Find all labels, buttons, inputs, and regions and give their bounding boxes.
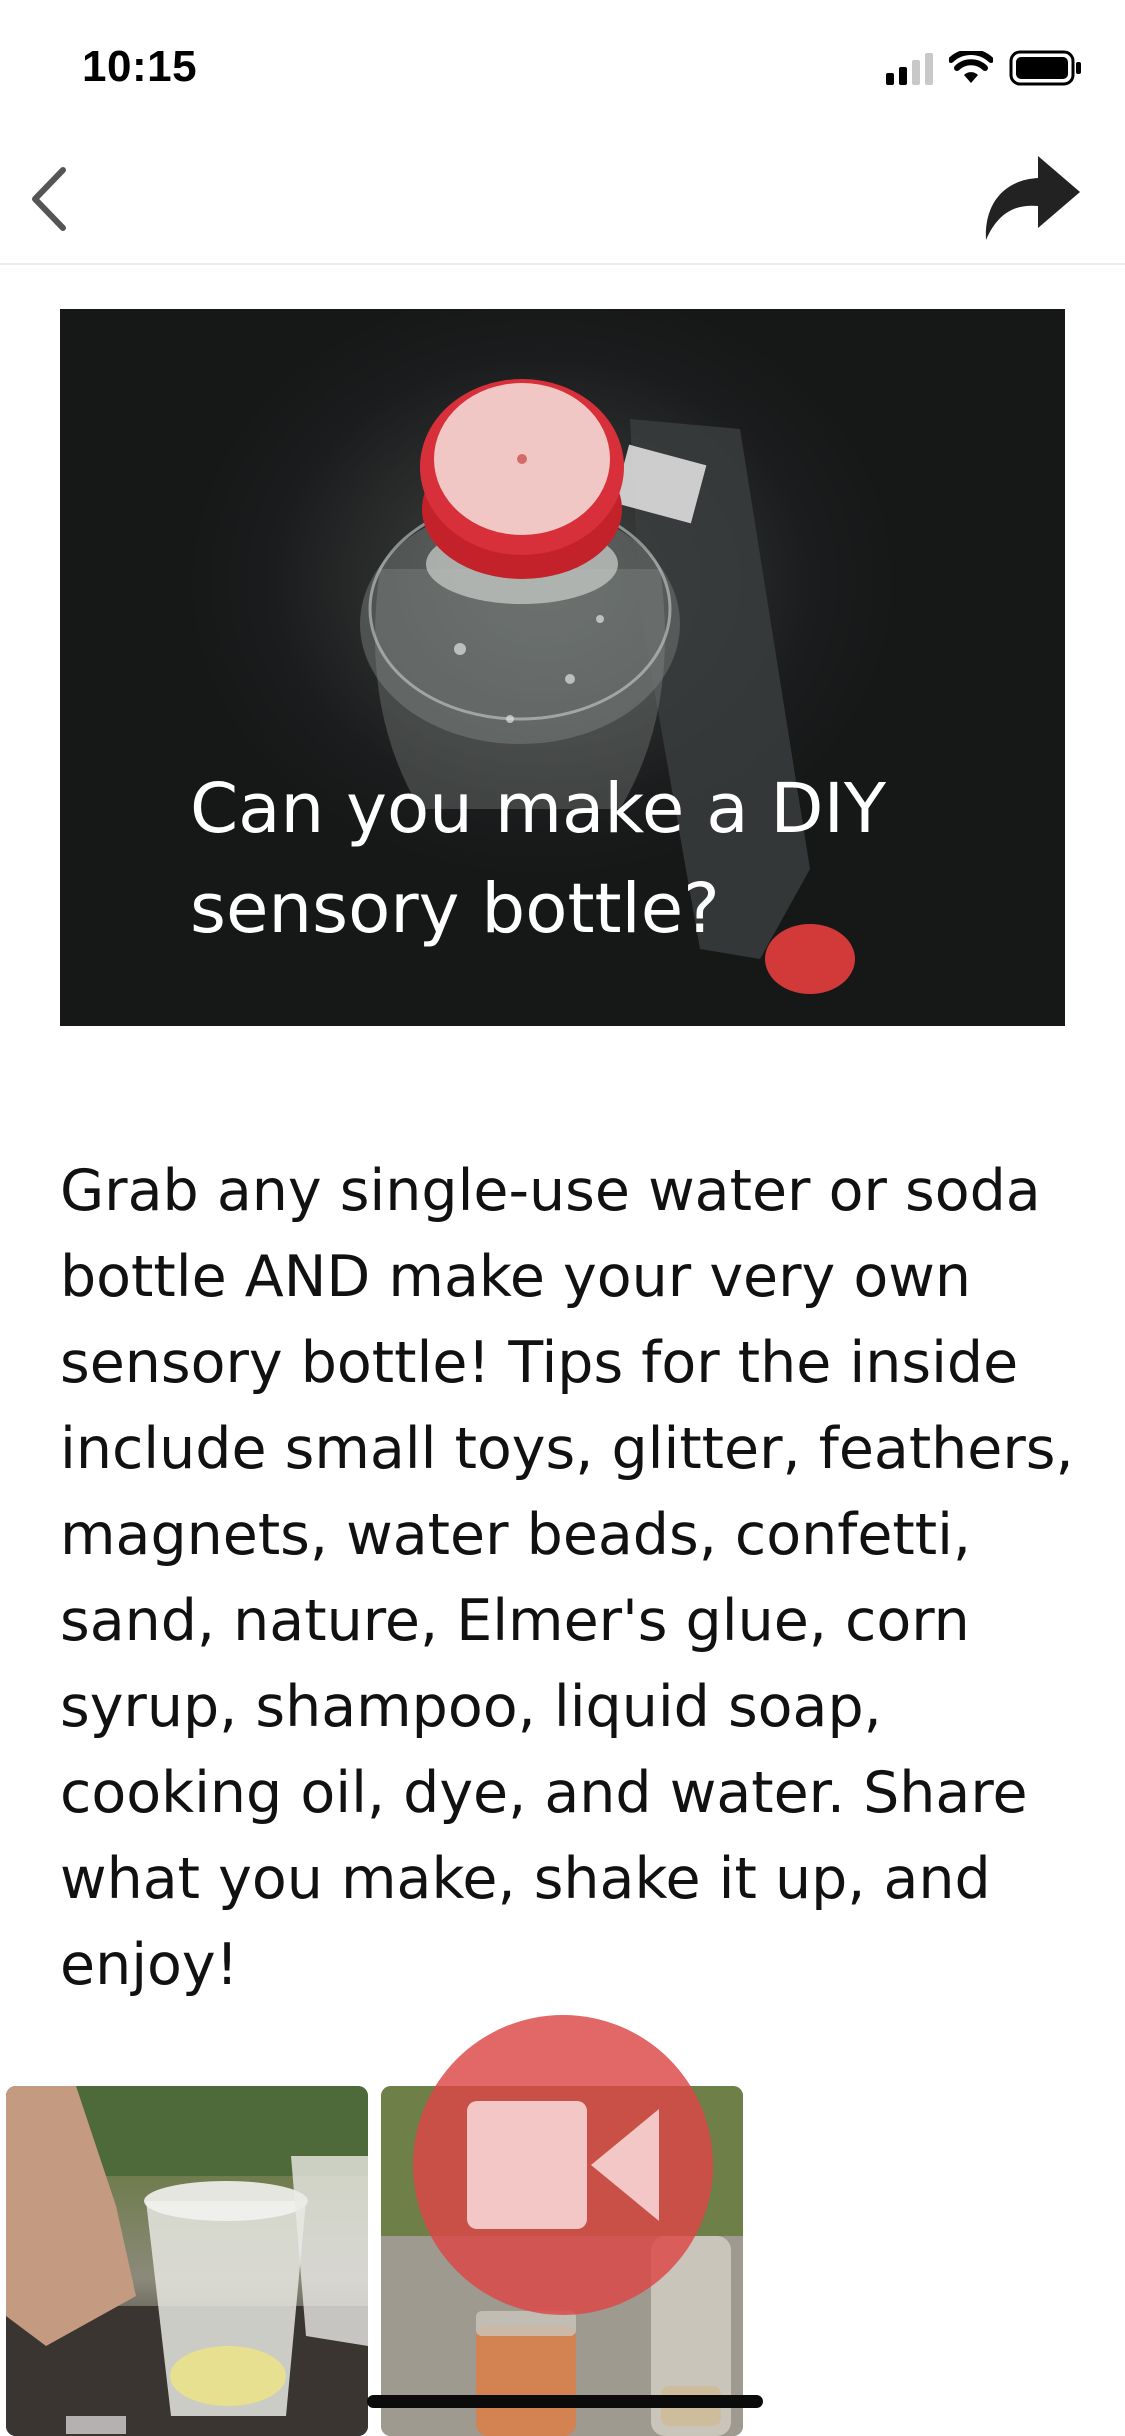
video-camera-icon — [467, 2101, 659, 2229]
share-button[interactable] — [975, 149, 1085, 249]
status-icons — [886, 48, 1083, 88]
post-description: Grab any single-use water or soda bottle… — [60, 1158, 1074, 1998]
media-thumbnail[interactable] — [6, 2086, 368, 2436]
home-indicator — [367, 2395, 763, 2408]
status-bar: 10:15 — [0, 0, 1125, 135]
chevron-left-icon — [32, 167, 66, 231]
status-time: 10:15 — [82, 42, 198, 91]
share-arrow-icon — [985, 156, 1080, 240]
back-button[interactable] — [14, 159, 84, 239]
cellular-signal-icon — [886, 51, 933, 85]
cups-photo — [6, 2086, 368, 2436]
navigation-bar — [0, 135, 1125, 265]
hero-title: Can you make a DIY sensory bottle? — [190, 769, 887, 949]
hero-image: Can you make a DIY sensory bottle? — [60, 309, 1065, 1026]
battery-icon — [1009, 50, 1081, 86]
record-video-button[interactable] — [413, 2015, 713, 2315]
wifi-icon — [949, 51, 993, 83]
